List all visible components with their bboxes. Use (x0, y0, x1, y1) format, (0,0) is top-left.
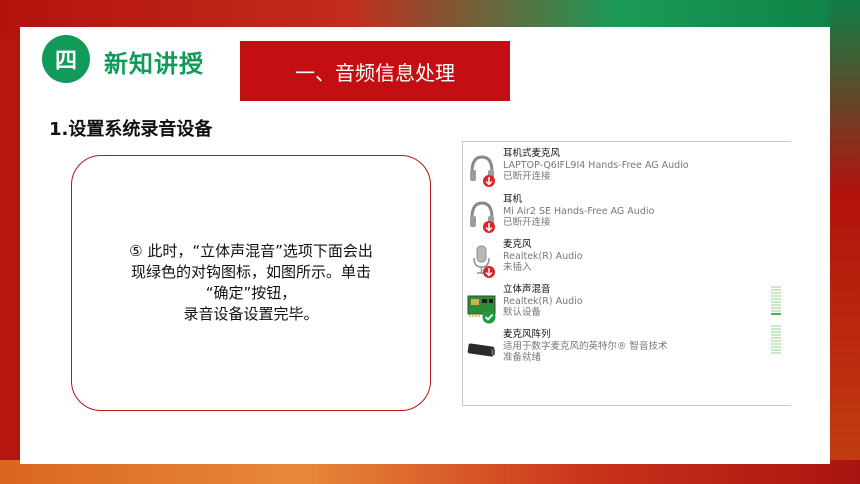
device-description: Realtek(R) Audio (503, 295, 583, 307)
device-name: 麦克风阵列 (503, 329, 551, 340)
device-item-microphone[interactable]: 麦克风 Realtek(R) Audio 未插入 (463, 239, 791, 283)
level-meter (771, 286, 781, 316)
device-description: Mi Air2 SE Hands-Free AG Audio (503, 205, 655, 217)
device-name: 麦克风 (503, 239, 532, 250)
device-name: 耳机式麦克风 (503, 148, 561, 159)
headset-icon (470, 155, 495, 187)
device-description: LAPTOP-Q6IFL9I4 Hands-Free AG Audio (503, 159, 689, 171)
background-right-band (830, 0, 860, 484)
device-item-microphone-array[interactable]: 麦克风阵列 适用于数字麦克风的英特尔® 智音技术 准备就绪 (463, 325, 791, 373)
red-down-arrow-badge (483, 175, 495, 187)
device-status: 已断开连接 (503, 171, 551, 182)
device-description: Realtek(R) Audio (503, 250, 583, 262)
recording-device-list: 耳机式麦克风 LAPTOP-Q6IFL9I4 Hands-Free AG Aud… (462, 141, 791, 406)
microphone-array-icon (467, 343, 495, 357)
device-name: 立体声混音 (503, 284, 551, 295)
device-item-stereo-mix[interactable]: 立体声混音 Realtek(R) Audio 默认设备 (463, 284, 791, 328)
device-status: 准备就绪 (503, 352, 542, 363)
device-item-headset-mic[interactable]: 耳机式麦克风 LAPTOP-Q6IFL9I4 Hands-Free AG Aud… (463, 148, 791, 192)
instruction-text: ⑤ 此时，“立体声混音”选项下面会出 现绿色的对钩图标，如图所示。单击 “确定”… (129, 242, 373, 323)
instruction-box: ⑤ 此时，“立体声混音”选项下面会出 现绿色的对钩图标，如图所示。单击 “确定”… (71, 155, 431, 411)
sound-card-icon (467, 295, 496, 324)
section-title: 新知讲授 (104, 50, 204, 78)
device-description: 适用于数字麦克风的英特尔® 智音技术 (503, 340, 668, 352)
microphone-icon (473, 245, 495, 278)
green-check-badge (482, 310, 496, 324)
device-status: 已断开连接 (503, 217, 551, 228)
step-heading: 1.设置系统录音设备 (49, 119, 213, 140)
headset-icon (470, 201, 495, 233)
level-meter (771, 325, 781, 355)
red-down-arrow-badge (483, 221, 495, 233)
red-down-arrow-badge (483, 266, 495, 278)
device-name: 耳机 (503, 194, 523, 205)
section-number-badge: 四 (42, 35, 90, 83)
device-status: 未插入 (503, 262, 532, 273)
device-item-headphones[interactable]: 耳机 Mi Air2 SE Hands-Free AG Audio 已断开连接 (463, 194, 791, 238)
topic-banner: 一、音频信息处理 (240, 41, 510, 101)
device-status: 默认设备 (503, 307, 542, 318)
